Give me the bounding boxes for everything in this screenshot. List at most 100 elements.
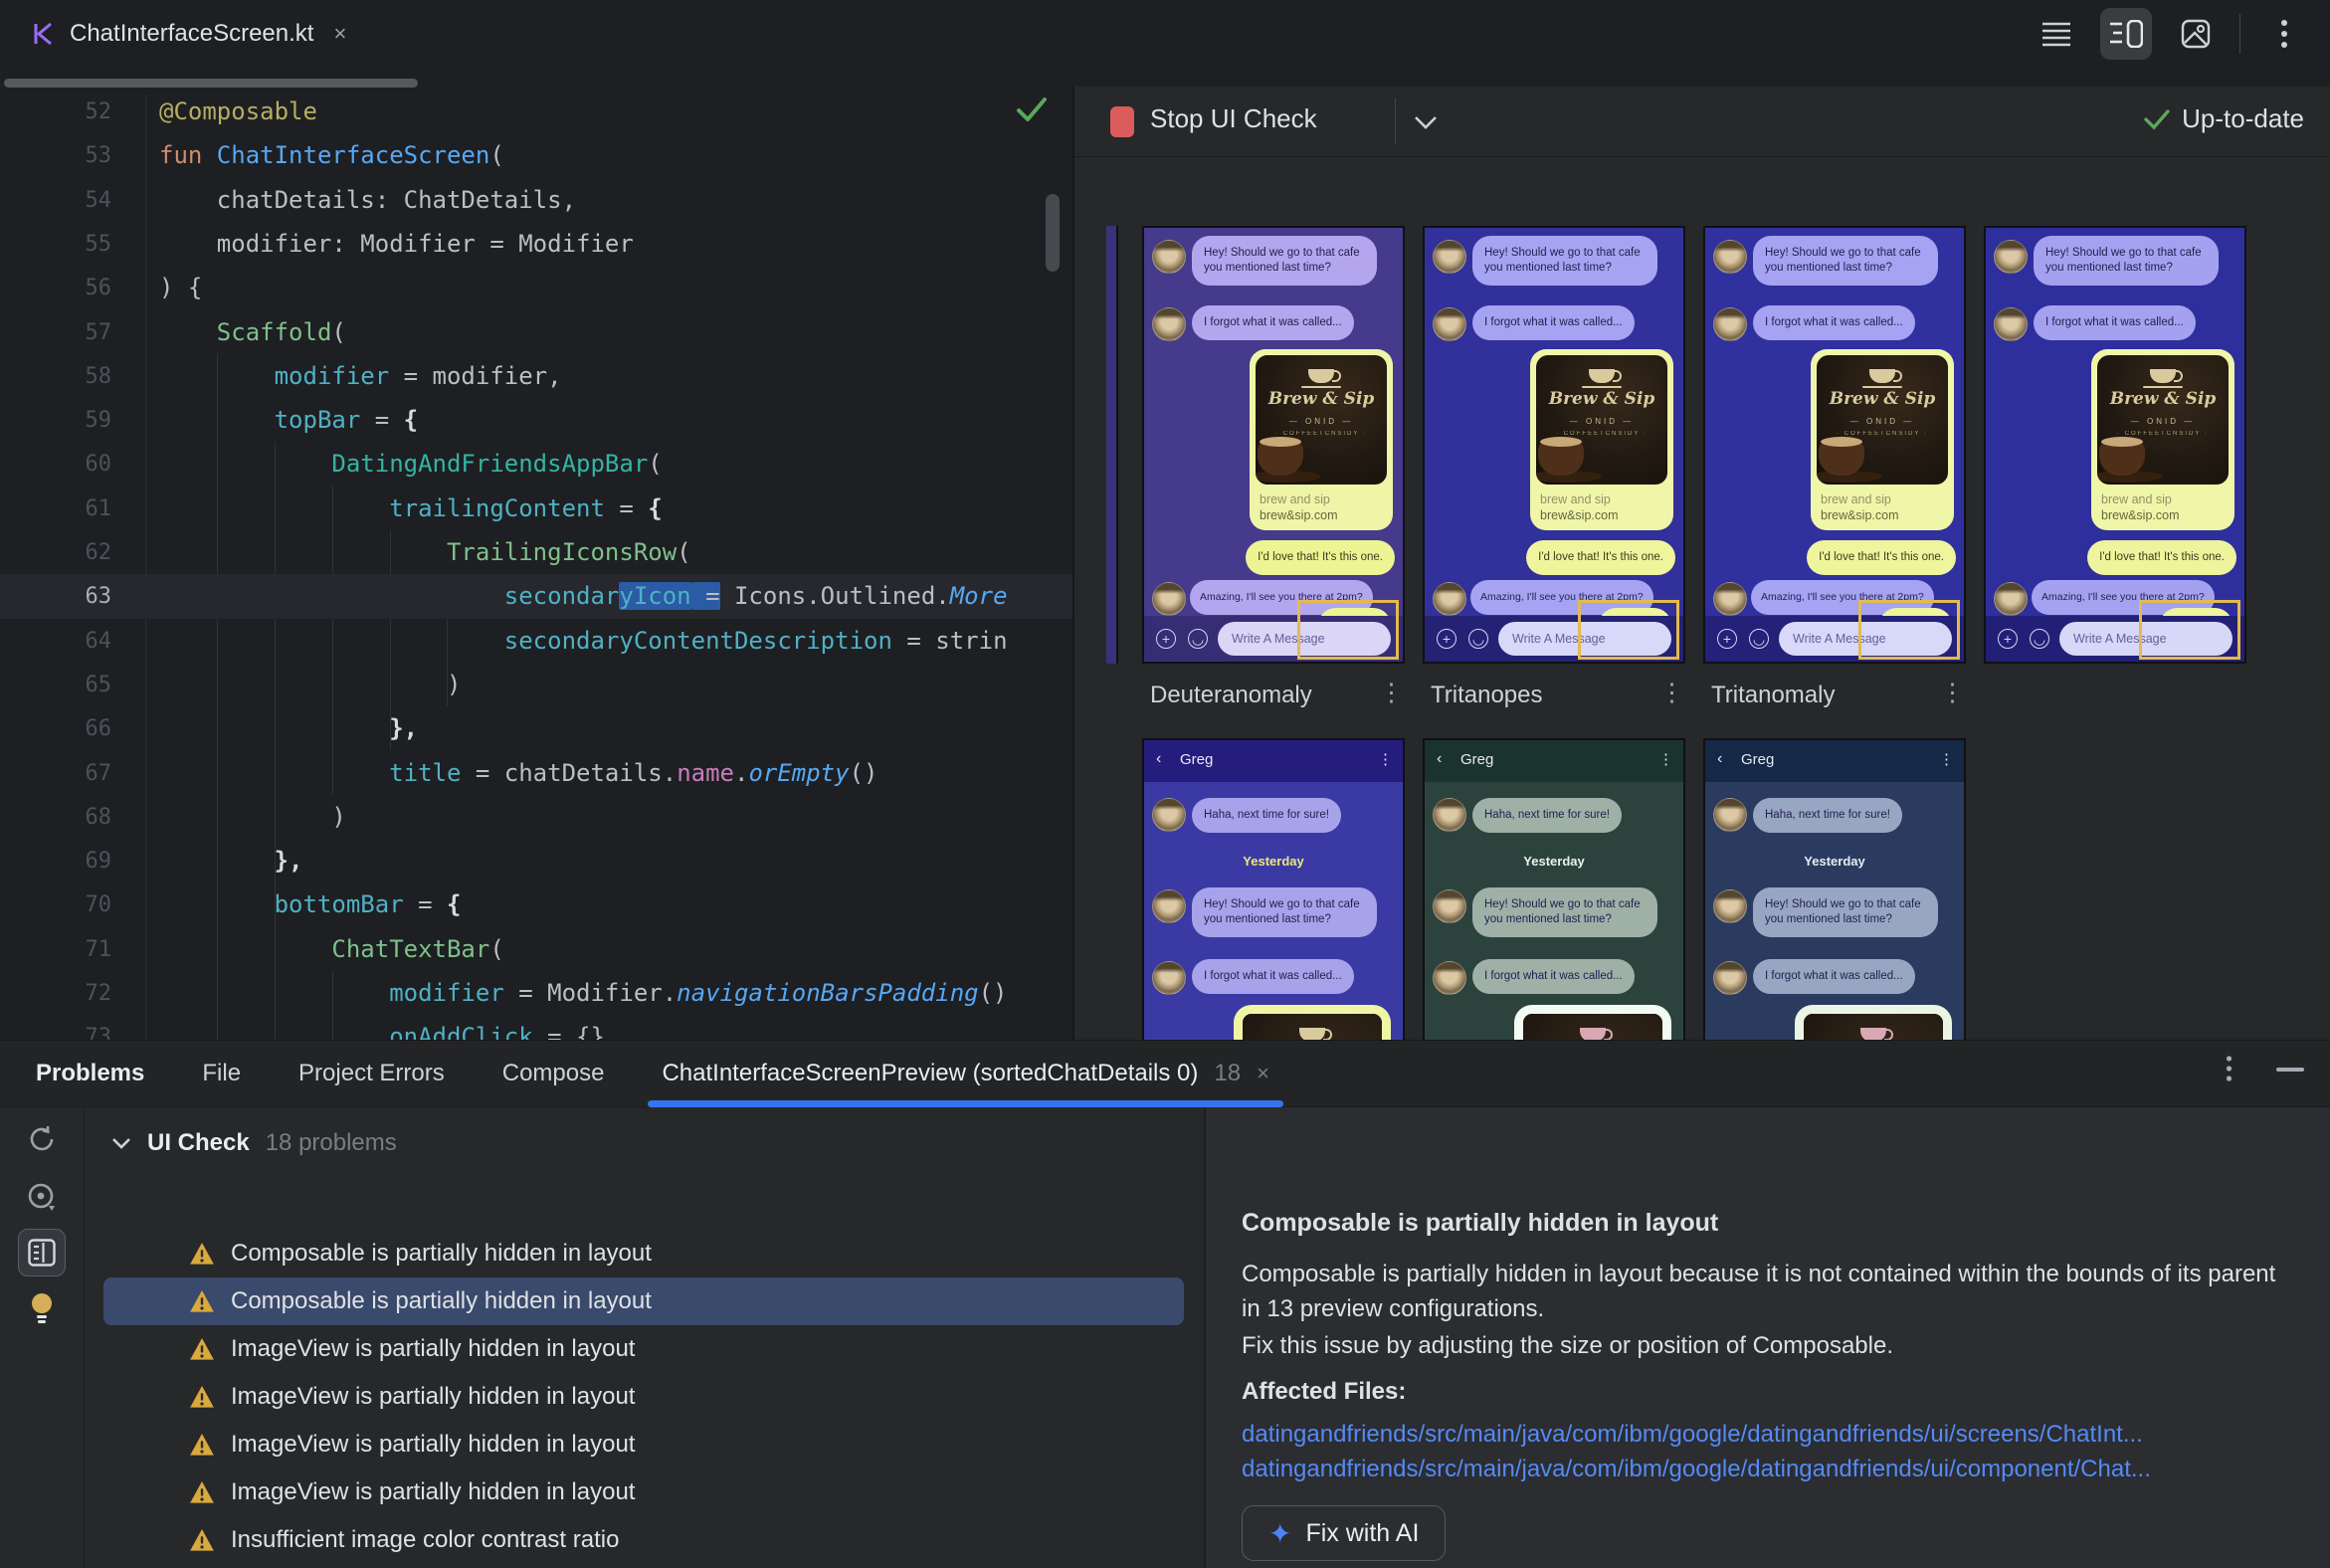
tab-project-errors[interactable]: Project Errors bbox=[298, 1060, 445, 1087]
line-number[interactable]: 59 bbox=[0, 398, 112, 443]
preview-details-toggle[interactable] bbox=[18, 1229, 66, 1276]
code-view-button[interactable] bbox=[2031, 8, 2082, 60]
inspection-widget-button[interactable] bbox=[18, 1173, 66, 1221]
preview-phone[interactable]: ‹ Greg ⋮ Haha, next time for sure! Yesterday… bbox=[1703, 738, 1966, 1040]
code-line[interactable]: 62 TrailingIconsRow( bbox=[0, 530, 1072, 575]
add-icon[interactable]: + bbox=[1437, 629, 1456, 649]
preview-phone[interactable]: ‹ Greg ⋮ Haha, next time for sure! Yesterday… bbox=[1142, 738, 1405, 1040]
line-number[interactable]: 70 bbox=[0, 882, 112, 927]
line-number[interactable]: 67 bbox=[0, 751, 112, 796]
line-number[interactable]: 54 bbox=[0, 178, 112, 223]
line-number[interactable]: 55 bbox=[0, 222, 112, 267]
overflow-menu-icon[interactable]: ⋮ bbox=[1378, 750, 1393, 768]
more-options-button[interactable] bbox=[2258, 8, 2310, 60]
variant-menu-icon[interactable]: ⋮ bbox=[1659, 680, 1684, 705]
line-number[interactable]: 65 bbox=[0, 663, 112, 707]
emoji-icon[interactable]: ◡ bbox=[1468, 629, 1488, 649]
line-number[interactable]: 64 bbox=[0, 619, 112, 664]
add-icon[interactable]: + bbox=[1717, 629, 1737, 649]
line-number[interactable]: 53 bbox=[0, 133, 112, 178]
code-line[interactable]: 58 modifier = modifier, bbox=[0, 354, 1072, 399]
issue-highlight-box[interactable] bbox=[1858, 600, 1960, 660]
line-number[interactable]: 60 bbox=[0, 442, 112, 487]
chevron-down-icon[interactable] bbox=[1413, 114, 1439, 130]
code-line[interactable]: 57 Scaffold( bbox=[0, 310, 1072, 355]
problem-row[interactable]: ImageView is partially hidden in layout bbox=[103, 1373, 1184, 1421]
problem-row[interactable]: Composable is partially hidden in layout bbox=[103, 1230, 1184, 1277]
preview-phone[interactable]: Hey! Should we go to that cafe you menti… bbox=[1984, 226, 2246, 664]
overflow-menu-icon[interactable]: ⋮ bbox=[1939, 750, 1954, 768]
preview-phone[interactable]: Hey! Should we go to that cafe you menti… bbox=[1142, 226, 1405, 664]
variant-menu-icon[interactable]: ⋮ bbox=[1379, 680, 1404, 705]
line-number[interactable]: 61 bbox=[0, 487, 112, 531]
line-number[interactable]: 58 bbox=[0, 354, 112, 399]
issue-highlight-box[interactable] bbox=[1578, 600, 1679, 660]
line-number[interactable]: 72 bbox=[0, 971, 112, 1016]
affected-file-link[interactable]: datingandfriends/src/main/java/com/ibm/g… bbox=[1242, 1456, 2151, 1483]
code-line[interactable]: 61 trailingContent = { bbox=[0, 487, 1072, 531]
split-view-button[interactable] bbox=[2100, 8, 2152, 60]
preview-view-button[interactable] bbox=[2170, 8, 2222, 60]
add-icon[interactable]: + bbox=[1156, 629, 1176, 649]
line-number[interactable]: 68 bbox=[0, 795, 112, 840]
tab-ui-check-preview[interactable]: ChatInterfaceScreenPreview (sortedChatDe… bbox=[648, 1041, 1284, 1107]
emoji-icon[interactable]: ◡ bbox=[2030, 629, 2049, 649]
refresh-button[interactable] bbox=[18, 1115, 66, 1163]
tab-compose[interactable]: Compose bbox=[502, 1060, 605, 1087]
overflow-menu-icon[interactable]: ⋮ bbox=[1658, 750, 1673, 768]
tab-file[interactable]: File bbox=[202, 1060, 241, 1087]
tab-problems[interactable]: Problems bbox=[36, 1060, 144, 1087]
stop-ui-check-button[interactable]: Stop UI Check bbox=[1150, 103, 1317, 134]
line-number[interactable]: 63 bbox=[0, 574, 112, 619]
preview-phone[interactable]: ‹ Greg ⋮ Haha, next time for sure! Yesterday… bbox=[1423, 738, 1685, 1040]
code-line[interactable]: 55 modifier: Modifier = Modifier bbox=[0, 222, 1072, 267]
code-line[interactable]: 68 ) bbox=[0, 795, 1072, 840]
code-line[interactable]: 66 }, bbox=[0, 706, 1072, 751]
preview-phone[interactable]: Hey! Should we go to that cafe you menti… bbox=[1703, 226, 1966, 664]
problem-row[interactable]: ImageView is partially hidden in layout bbox=[103, 1421, 1184, 1469]
close-tab-icon[interactable]: × bbox=[333, 21, 346, 47]
line-number[interactable]: 52 bbox=[0, 90, 112, 134]
code-line[interactable]: 63 secondaryIcon = Icons.Outlined.More bbox=[0, 574, 1072, 619]
code-line[interactable]: 67 title = chatDetails.name.orEmpty() bbox=[0, 751, 1072, 796]
fix-with-ai-button[interactable]: ✦ Fix with AI bbox=[1242, 1505, 1447, 1561]
line-number[interactable]: 71 bbox=[0, 927, 112, 972]
code-line[interactable]: 69 }, bbox=[0, 839, 1072, 883]
code-editor[interactable]: 52 @Composable 53 fun ChatInterfaceScreen(5… bbox=[0, 67, 1072, 1040]
line-number[interactable]: 57 bbox=[0, 310, 112, 355]
issue-highlight-box[interactable] bbox=[1297, 600, 1399, 660]
emoji-icon[interactable]: ◡ bbox=[1188, 629, 1208, 649]
preview-phone[interactable]: Hey! Should we go to that cafe you menti… bbox=[1423, 226, 1685, 664]
vertical-scrollbar[interactable] bbox=[1046, 194, 1060, 272]
variant-menu-icon[interactable]: ⋮ bbox=[1940, 680, 1965, 705]
code-line[interactable]: 65 ) bbox=[0, 663, 1072, 707]
code-line[interactable]: 52 @Composable bbox=[0, 90, 1072, 134]
code-line[interactable]: 56) { bbox=[0, 266, 1072, 310]
affected-file-link[interactable]: datingandfriends/src/main/java/com/ibm/g… bbox=[1242, 1421, 2143, 1449]
minimize-icon[interactable] bbox=[2276, 1067, 2304, 1073]
line-number[interactable]: 62 bbox=[0, 530, 112, 575]
kebab-menu-icon[interactable] bbox=[2226, 1055, 2233, 1083]
code-line[interactable]: 72 modifier = Modifier.navigationBarsPad… bbox=[0, 971, 1072, 1016]
back-icon[interactable]: ‹ bbox=[1156, 750, 1161, 768]
code-line[interactable]: 73 onAddClick = {} bbox=[0, 1015, 1072, 1040]
close-tab-icon[interactable]: × bbox=[1257, 1061, 1269, 1086]
code-line[interactable]: 54 chatDetails: ChatDetails, bbox=[0, 178, 1072, 223]
code-line[interactable]: 59 topBar = { bbox=[0, 398, 1072, 443]
code-line[interactable]: 64 secondaryContentDescription = strin bbox=[0, 619, 1072, 664]
problem-row[interactable]: ImageView is partially hidden in layout bbox=[103, 1469, 1184, 1516]
problem-row[interactable]: Insufficient image color contrast ratio bbox=[103, 1564, 1184, 1568]
problem-row[interactable]: ImageView is partially hidden in layout bbox=[103, 1325, 1184, 1373]
problems-group-row[interactable]: UI Check 18 problems bbox=[111, 1129, 397, 1157]
code-line[interactable]: 71 ChatTextBar( bbox=[0, 927, 1072, 972]
code-line[interactable]: 53 fun ChatInterfaceScreen( bbox=[0, 133, 1072, 178]
add-icon[interactable]: + bbox=[1998, 629, 2018, 649]
problem-row[interactable]: Insufficient image color contrast ratio bbox=[103, 1516, 1184, 1564]
back-icon[interactable]: ‹ bbox=[1437, 750, 1442, 768]
inspection-ok-icon[interactable] bbox=[1015, 95, 1049, 124]
horizontal-scrollbar[interactable] bbox=[4, 79, 418, 88]
line-number[interactable]: 73 bbox=[0, 1015, 112, 1040]
line-number[interactable]: 69 bbox=[0, 839, 112, 883]
line-number[interactable]: 56 bbox=[0, 266, 112, 310]
editor-tab[interactable]: ChatInterfaceScreen.kt × bbox=[18, 10, 358, 58]
